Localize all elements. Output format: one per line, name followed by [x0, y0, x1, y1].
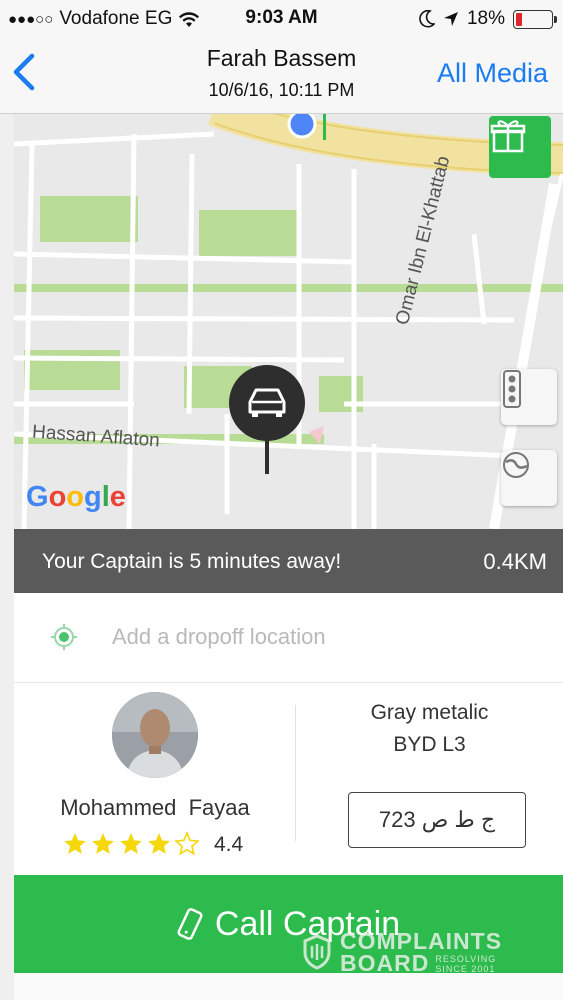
watermark-tagline: RESOLVING SINCE 2001: [435, 954, 497, 974]
driver-rating-stars: [62, 831, 200, 857]
eta-distance: 0.4KM: [483, 549, 547, 574]
watermark-line2: BOARD: [340, 950, 430, 976]
status-right: 18%: [419, 8, 557, 30]
location-arrow-icon: [443, 12, 458, 26]
eta-message: Your Captain is 5 minutes away!: [42, 550, 342, 573]
traffic-toggle-button[interactable]: [501, 369, 557, 425]
dropoff-placeholder: Add a dropoff location: [112, 624, 326, 649]
globe-icon: [503, 452, 529, 478]
google-logo: Google: [26, 481, 126, 513]
watermark-row2: BOARD RESOLVING SINCE 2001: [340, 950, 515, 976]
star-filled-icon: [120, 833, 142, 854]
status-bar: ●●●○○ Vodafone EG 9:03 AM 18%: [0, 0, 563, 36]
watermark-line1: COMPLAINTS: [340, 928, 503, 954]
eta-bar: Your Captain is 5 minutes away! 0.4KM: [14, 529, 563, 593]
driver-avatar[interactable]: [112, 692, 198, 778]
battery-level: [516, 12, 523, 26]
watermark-text: COMPLAINTS BOARD RESOLVING SINCE 2001: [340, 928, 515, 976]
crosshair-pin-icon: [51, 624, 77, 650]
star-filled-icon: [148, 833, 170, 854]
gift-icon: [490, 120, 526, 153]
car-marker: [228, 364, 306, 474]
driver-name: Mohammed Fayaa: [60, 795, 250, 820]
gift-button[interactable]: [489, 116, 551, 178]
nav-bar: Farah Bassem 10/6/16, 10:11 PM All Media: [0, 36, 563, 114]
complaintsboard-watermark: COMPLAINTS BOARD RESOLVING SINCE 2001: [302, 928, 515, 976]
star-empty-icon: [174, 831, 200, 856]
driver-photo: [112, 692, 198, 778]
star-filled-icon: [92, 833, 114, 854]
app-screen: Hassan Aflaton Omar Ibn El-Khattab Googl…: [14, 114, 563, 1000]
phone-icon: [177, 908, 203, 940]
car-model: BYD L3: [393, 733, 466, 756]
satellite-toggle-button[interactable]: [501, 450, 557, 506]
driver-card: Mohammed Fayaa 4.4 Gray metalic BYD L3 ج…: [14, 683, 563, 875]
battery-icon: [513, 9, 557, 29]
shield-logo-icon: [303, 934, 331, 970]
screenshot-root: ●●●○○ Vodafone EG 9:03 AM 18% Farah Bass…: [0, 0, 563, 1000]
traffic-light-icon: [503, 370, 521, 408]
license-plate: ج ط ص 723: [348, 792, 526, 848]
driver-rating-value: 4.4: [214, 833, 244, 856]
license-plate-text: ج ط ص 723: [378, 807, 496, 832]
all-media-button[interactable]: All Media: [437, 58, 548, 89]
dropoff-field[interactable]: Add a dropoff location: [14, 593, 563, 683]
car-icon: [229, 365, 305, 474]
battery-percent: 18%: [466, 8, 505, 29]
star-filled-icon: [64, 833, 86, 854]
map-view[interactable]: Hassan Aflaton Omar Ibn El-Khattab Googl…: [14, 114, 563, 529]
moon-icon: [419, 10, 435, 28]
bottom-strip: [14, 973, 563, 1000]
car-color: Gray metalic: [370, 701, 489, 724]
card-divider: [295, 705, 296, 841]
